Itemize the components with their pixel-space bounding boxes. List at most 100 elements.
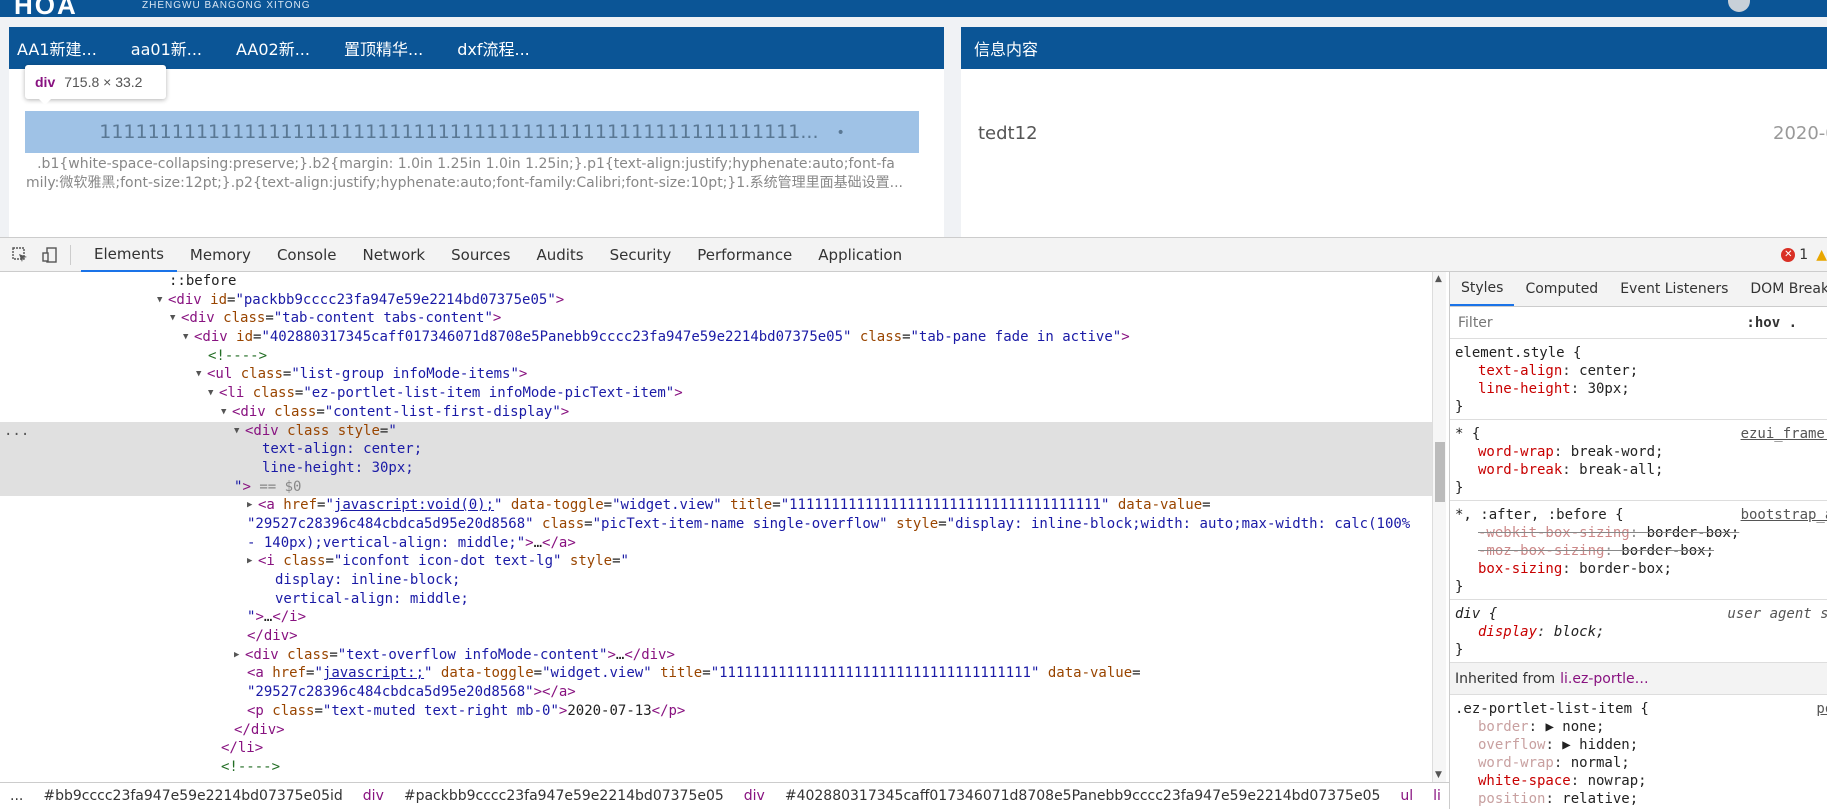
dom-node-line[interactable]: "29527c28396c484cbdca5d95e20d8568" class… xyxy=(0,515,1437,534)
dom-node-line[interactable]: ▶ <a href="javascript:void(0);" data-togg… xyxy=(0,496,1437,515)
styles-filter-input[interactable] xyxy=(1458,314,1747,331)
dom-node-line[interactable]: ::before xyxy=(0,272,1437,291)
breadcrumb-item[interactable]: ... xyxy=(0,788,33,804)
dom-node-line[interactable]: ▶ <div class="text-overflow infoMode-cont… xyxy=(0,646,1437,665)
styles-tabs: StylesComputedEvent ListenersDOM Breakp xyxy=(1450,272,1827,307)
inspect-tooltip: div 715.8 × 33.2 xyxy=(25,65,166,105)
collapse-arrow-icon[interactable]: ▼ xyxy=(196,365,201,384)
dom-node-line[interactable]: ▼ <li class="ez-portlet-list-item infoMod… xyxy=(0,384,1437,403)
css-property[interactable]: border: ▶ none; xyxy=(1455,718,1827,736)
dom-node-line[interactable]: </div> xyxy=(0,627,1437,646)
collapse-arrow-icon[interactable]: ▼ xyxy=(157,291,162,310)
styles-tab-dom-breakp[interactable]: DOM Breakp xyxy=(1739,272,1827,306)
breadcrumb-item[interactable]: div xyxy=(353,788,394,804)
css-rule-end: } xyxy=(1455,579,1464,595)
breadcrumb-item[interactable]: #packbb9cccc23fa947e59e2214bd07375e05 xyxy=(394,788,734,804)
devtools-tab-console[interactable]: Console xyxy=(264,238,350,272)
collapse-arrow-icon[interactable]: ▼ xyxy=(208,384,213,403)
css-property[interactable]: word-wrap: normal; xyxy=(1455,754,1827,772)
dom-node-line[interactable]: line-height: 30px; xyxy=(0,458,1437,478)
dom-node-line[interactable]: <!----> xyxy=(0,347,1437,366)
devtools-tab-performance[interactable]: Performance xyxy=(684,238,805,272)
dom-node-line[interactable]: <a href="javascript:;" data-toggle="widg… xyxy=(0,664,1437,683)
dom-node-line[interactable]: </li> xyxy=(0,739,1437,758)
device-toolbar-icon[interactable] xyxy=(40,245,60,265)
collapse-arrow-icon[interactable]: ▼ xyxy=(234,422,239,441)
dom-node-markup: display: inline-block; xyxy=(275,572,461,588)
scroll-up-icon[interactable]: ▲ xyxy=(1435,274,1442,284)
css-property[interactable]: -moz-box-sizing: border-box; xyxy=(1455,542,1827,560)
css-property[interactable]: position: relative; xyxy=(1455,790,1827,808)
dom-node-markup: <div class style=" xyxy=(245,422,397,439)
devtools-tab-network[interactable]: Network xyxy=(349,238,438,272)
css-property[interactable]: box-sizing: border-box; xyxy=(1455,560,1827,578)
app-subtitle: ZHENGWU BANGONG XITONG xyxy=(142,0,311,11)
collapse-arrow-icon[interactable]: ▼ xyxy=(170,309,175,328)
styles-tab-computed[interactable]: Computed xyxy=(1514,272,1609,306)
dom-node-line[interactable]: vertical-align: middle; xyxy=(0,590,1437,609)
dom-node-markup: <div id="402880317345caff017346071d8708e… xyxy=(194,329,1130,346)
css-source-link[interactable]: bootstrap_a…css xyxy=(1741,506,1827,524)
breadcrumb-item[interactable]: div xyxy=(734,788,775,804)
devtools-tab-security[interactable]: Security xyxy=(597,238,685,272)
dom-node-line[interactable]: </div> xyxy=(0,721,1437,740)
avatar[interactable] xyxy=(1728,0,1750,12)
expand-arrow-icon[interactable]: ▶ xyxy=(247,552,252,571)
inherited-selector[interactable]: li.ez-portle… xyxy=(1560,671,1648,687)
elements-scrollbar[interactable]: ▲ ▼ xyxy=(1432,272,1446,782)
dom-node-line[interactable]: - 140px);vertical-align: middle;">…</a> xyxy=(0,534,1437,553)
dom-node-line[interactable]: <p class="text-muted text-right mb-0">20… xyxy=(0,702,1437,721)
dom-node-line[interactable]: ▶ <i class="iconfont icon-dot text-lg" st… xyxy=(0,552,1437,571)
css-property[interactable]: -webkit-box-sizing: border-box; xyxy=(1455,524,1827,542)
dom-node-line[interactable]: "29527c28396c484cbdca5d95e20d8568"></a> xyxy=(0,683,1437,702)
toolbar-divider xyxy=(70,244,71,265)
devtools-tab-application[interactable]: Application xyxy=(805,238,915,272)
dom-node-line[interactable]: display: inline-block; xyxy=(0,571,1437,590)
css-selector[interactable]: element.style { xyxy=(1455,344,1827,362)
dom-node-line[interactable]: <!----> xyxy=(0,758,1437,777)
css-selector[interactable]: .ez-portlet-list-item { xyxy=(1455,700,1827,718)
breadcrumb-item[interactable]: ul xyxy=(1390,788,1423,804)
dom-node-markup: <a href="javascript:void(0);" data-toggl… xyxy=(258,497,1211,514)
app-logo: HOA xyxy=(14,0,78,17)
breadcrumb-item[interactable]: #bb9cccc23fa947e59e2214bd07375e05id xyxy=(33,788,352,804)
collapse-arrow-icon[interactable]: ▼ xyxy=(183,328,188,347)
dom-node-line[interactable]: ▼ <div id="402880317345caff017346071d8708… xyxy=(0,328,1437,347)
css-property[interactable]: overflow: ▶ hidden; xyxy=(1455,736,1827,754)
hov-toggle[interactable]: :hov . xyxy=(1746,315,1797,331)
css-source-link[interactable]: portle xyxy=(1816,700,1827,718)
styles-tab-event-listeners[interactable]: Event Listeners xyxy=(1609,272,1739,306)
devtools-tab-elements[interactable]: Elements xyxy=(81,238,177,272)
dom-node-line[interactable]: ▼ <ul class="list-group infoMode-items"> xyxy=(0,365,1437,384)
dom-node-line[interactable]: ▼ <div class="tab-content tabs-content"> xyxy=(0,309,1437,328)
node-menu-icon[interactable]: ... xyxy=(4,422,29,441)
styles-tab-styles[interactable]: Styles xyxy=(1450,272,1515,306)
dom-node-line[interactable]: ">…</i> xyxy=(0,608,1437,627)
dom-node-line[interactable]: ... ▼ <div class style=" xyxy=(0,421,1437,441)
css-property[interactable]: white-space: nowrap; xyxy=(1455,772,1827,790)
css-property[interactable]: line-height: 30px; xyxy=(1455,380,1827,398)
css-property[interactable]: word-break: break-all; xyxy=(1455,461,1827,479)
devtools-tab-sources[interactable]: Sources xyxy=(438,238,523,272)
breadcrumb-item[interactable]: li xyxy=(1423,788,1449,804)
breadcrumb-item[interactable]: #402880317345caff017346071d8708e5Panebb9… xyxy=(775,788,1391,804)
devtools-tab-memory[interactable]: Memory xyxy=(177,238,264,272)
error-status[interactable]: ✕ 1 ▲ xyxy=(1781,238,1827,272)
css-property[interactable]: text-align: center; xyxy=(1455,362,1827,380)
css-property[interactable]: display: block; xyxy=(1455,623,1827,641)
scroll-down-icon[interactable]: ▼ xyxy=(1435,770,1442,780)
dom-node-line[interactable]: ▼ <div id="packbb9cccc23fa947e59e2214bd07… xyxy=(0,291,1437,310)
elements-dom-tree[interactable]: ::before ▼ <div id="packbb9cccc23fa947e59e… xyxy=(0,272,1437,782)
expand-arrow-icon[interactable]: ▶ xyxy=(247,496,252,515)
css-source-link[interactable]: ezui_frame.…?v= xyxy=(1741,425,1827,443)
css-property[interactable]: word-wrap: break-word; xyxy=(1455,443,1827,461)
dom-node-line[interactable]: "> == $0 xyxy=(0,477,1437,497)
devtools-tab-audits[interactable]: Audits xyxy=(523,238,596,272)
dom-node-line[interactable]: ▼ <div class="content-list-first-display"… xyxy=(0,403,1437,422)
dom-node-line[interactable]: text-align: center; xyxy=(0,440,1437,459)
scrollbar-thumb[interactable] xyxy=(1435,442,1445,502)
collapse-arrow-icon[interactable]: ▼ xyxy=(221,403,226,422)
info-item-title[interactable]: tedt12 xyxy=(978,123,1038,144)
expand-arrow-icon[interactable]: ▶ xyxy=(234,646,239,665)
inspect-element-icon[interactable] xyxy=(10,245,30,265)
